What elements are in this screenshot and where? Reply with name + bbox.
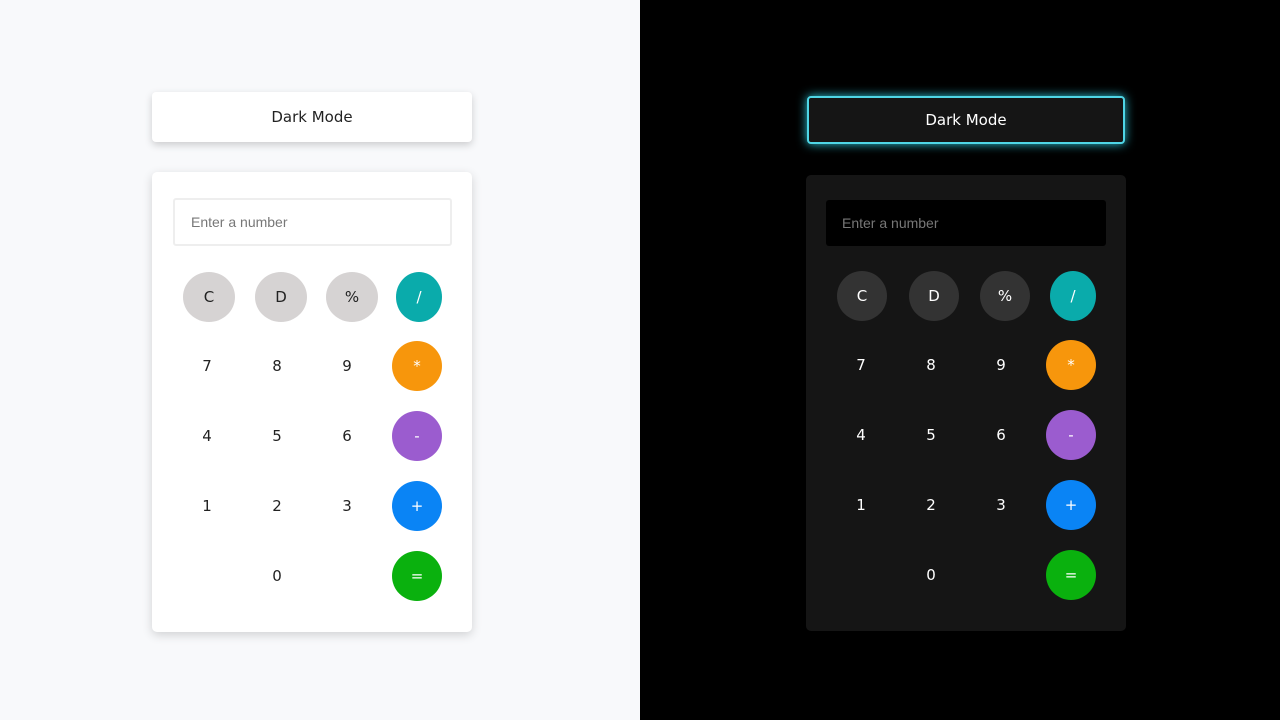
key-6[interactable]: 6: [322, 411, 372, 461]
key-divide[interactable]: /: [1050, 271, 1096, 321]
dark-mode-toggle[interactable]: Dark Mode: [807, 96, 1125, 144]
key-9[interactable]: 9: [976, 340, 1026, 390]
key-5[interactable]: 5: [252, 411, 302, 461]
key-9[interactable]: 9: [322, 341, 372, 391]
key-7[interactable]: 7: [182, 341, 232, 391]
key-3[interactable]: 3: [976, 480, 1026, 530]
key-6[interactable]: 6: [976, 410, 1026, 460]
key-4[interactable]: 4: [182, 411, 232, 461]
key-1[interactable]: 1: [836, 480, 886, 530]
key-delete[interactable]: D: [909, 271, 959, 321]
key-3[interactable]: 3: [322, 481, 372, 531]
calculator-card: CD% / 789 * 456- 123 +0 =: [152, 172, 472, 632]
key-add[interactable]: +: [392, 481, 442, 531]
key-0[interactable]: 0: [906, 550, 956, 600]
key-subtract[interactable]: -: [1046, 410, 1096, 460]
calculator-card: CD% / 789 * 456- 123 +0 =: [806, 175, 1126, 631]
key-8[interactable]: 8: [906, 340, 956, 390]
number-input[interactable]: [826, 200, 1106, 246]
key-2[interactable]: 2: [906, 480, 956, 530]
key-divide[interactable]: /: [396, 272, 442, 322]
key-5[interactable]: 5: [906, 410, 956, 460]
key-percent[interactable]: %: [980, 271, 1030, 321]
key-equals[interactable]: =: [1046, 550, 1096, 600]
key-multiply[interactable]: *: [392, 341, 442, 391]
dark-mode-toggle[interactable]: Dark Mode: [152, 92, 472, 142]
light-theme-panel: Dark Mode CD% / 789 * 456- 123 +0 =: [0, 0, 640, 720]
key-equals[interactable]: =: [392, 551, 442, 601]
key-8[interactable]: 8: [252, 341, 302, 391]
dark-theme-panel: Dark Mode CD% / 789 * 456- 123 +0 =: [640, 0, 1280, 720]
key-4[interactable]: 4: [836, 410, 886, 460]
key-add[interactable]: +: [1046, 480, 1096, 530]
key-clear[interactable]: C: [837, 271, 887, 321]
key-delete[interactable]: D: [255, 272, 307, 322]
key-2[interactable]: 2: [252, 481, 302, 531]
number-input[interactable]: [173, 198, 452, 246]
key-0[interactable]: 0: [252, 551, 302, 601]
key-clear[interactable]: C: [183, 272, 235, 322]
key-subtract[interactable]: -: [392, 411, 442, 461]
key-7[interactable]: 7: [836, 340, 886, 390]
key-multiply[interactable]: *: [1046, 340, 1096, 390]
key-1[interactable]: 1: [182, 481, 232, 531]
key-percent[interactable]: %: [326, 272, 378, 322]
